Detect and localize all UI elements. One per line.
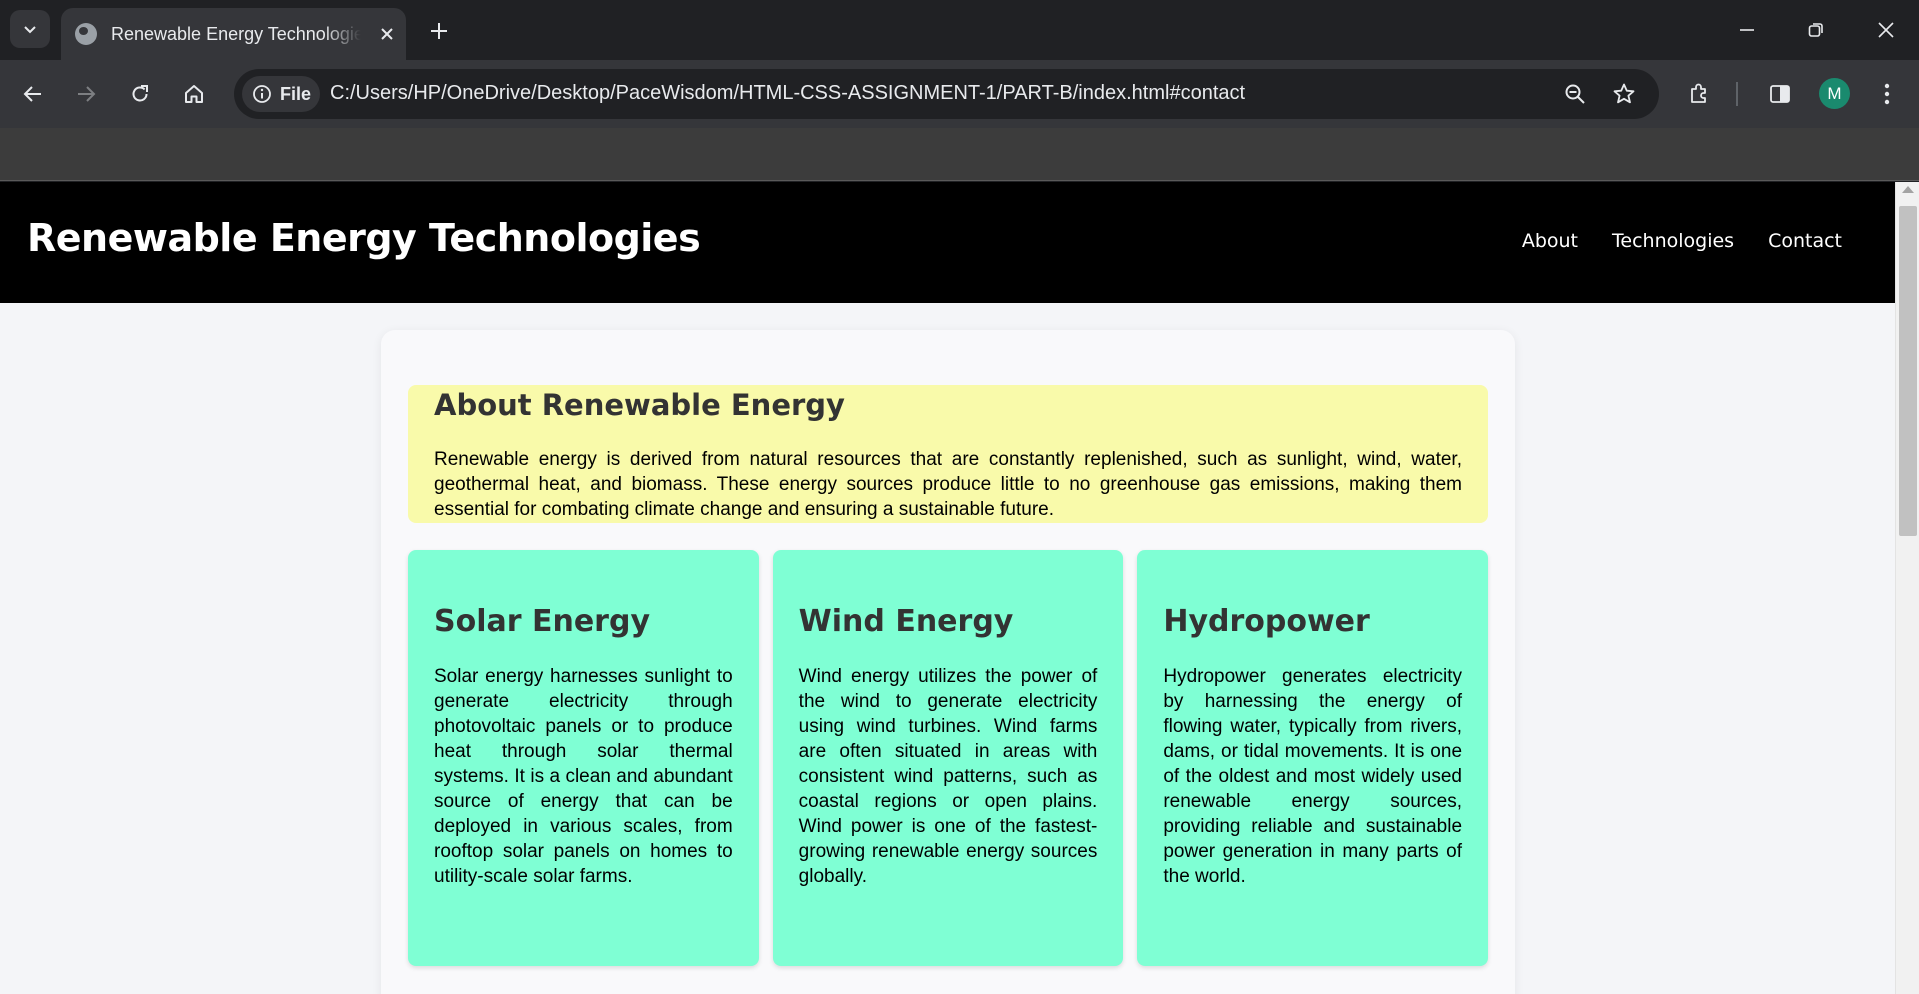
card-hydropower: Hydropower Hydropower generates electric… <box>1137 550 1489 966</box>
card-wind-energy: Wind Energy Wind energy utilizes the pow… <box>772 550 1124 966</box>
card-heading: Hydropower <box>1163 604 1370 639</box>
card-text: Hydropower generates electricity by harn… <box>1163 666 1463 887</box>
about-text: Renewable energy is derived from natural… <box>434 449 1462 520</box>
scroll-up-arrow-icon[interactable] <box>1902 186 1914 193</box>
info-icon <box>253 85 271 103</box>
about-section: About Renewable Energy Renewable energy … <box>408 385 1488 523</box>
site-info-chip[interactable]: File <box>242 76 320 112</box>
extensions-icon <box>1691 83 1706 103</box>
side-panel-button[interactable] <box>1760 74 1800 114</box>
restore-icon <box>1808 23 1823 37</box>
nav-link-about[interactable]: About <box>1522 230 1578 252</box>
tab-close-button[interactable] <box>375 22 399 46</box>
technology-cards: Solar Energy Solar energy harnesses sunl… <box>408 550 1489 966</box>
bookmark-button[interactable] <box>1609 79 1639 109</box>
tab-strip: Renewable Energy Technologies <box>0 0 1919 60</box>
star-icon <box>1613 83 1635 104</box>
globe-icon <box>75 23 97 45</box>
tab-search-icon <box>24 26 36 34</box>
page-viewport: Renewable Energy Technologies About Tech… <box>0 182 1919 994</box>
home-button[interactable] <box>174 74 214 114</box>
menu-button[interactable] <box>1867 74 1907 114</box>
scrollbar-thumb[interactable] <box>1899 206 1917 536</box>
card-heading: Solar Energy <box>434 604 651 639</box>
more-vert-icon <box>1884 83 1890 105</box>
extensions-button[interactable] <box>1679 74 1719 114</box>
about-heading: About Renewable Energy <box>434 388 845 422</box>
new-tab-button[interactable] <box>422 14 456 48</box>
window-close-icon <box>1878 22 1894 38</box>
restore-button[interactable] <box>1786 8 1846 52</box>
card-text: Wind energy utilizes the power of the wi… <box>798 666 1098 887</box>
toolbar-divider <box>1736 82 1738 106</box>
back-button[interactable] <box>13 74 53 114</box>
tab-search-button[interactable] <box>10 10 50 48</box>
bookmarks-bar <box>0 128 1919 181</box>
reload-icon <box>132 85 148 102</box>
forward-button[interactable] <box>66 74 106 114</box>
close-icon <box>381 28 393 40</box>
back-arrow-icon <box>23 86 41 102</box>
card-text: Solar energy harnesses sunlight to gener… <box>434 666 733 887</box>
card-solar-energy: Solar Energy Solar energy harnesses sunl… <box>408 550 759 966</box>
nav-link-technologies[interactable]: Technologies <box>1612 230 1734 252</box>
zoom-out-icon <box>1565 84 1585 104</box>
nav-link-contact[interactable]: Contact <box>1768 230 1842 252</box>
vertical-scrollbar[interactable] <box>1895 182 1919 994</box>
home-icon <box>185 85 203 103</box>
plus-icon <box>431 23 447 39</box>
window-close-button[interactable] <box>1856 8 1916 52</box>
site-header: Renewable Energy Technologies About Tech… <box>0 182 1895 303</box>
zoom-button[interactable] <box>1560 79 1590 109</box>
main-container: About Renewable Energy Renewable energy … <box>381 330 1515 994</box>
minimize-icon <box>1740 29 1754 31</box>
url-text[interactable]: C:/Users/HP/OneDrive/Desktop/PaceWisdom/… <box>330 82 1245 105</box>
active-tab[interactable]: Renewable Energy Technologies <box>61 8 406 60</box>
minimize-button[interactable] <box>1717 8 1777 52</box>
site-chip-label: File <box>280 83 312 104</box>
side-panel-icon <box>1770 85 1790 103</box>
site-title: Renewable Energy Technologies <box>27 216 701 260</box>
reload-button[interactable] <box>120 74 160 114</box>
browser-toolbar: File C:/Users/HP/OneDrive/Desktop/PaceWi… <box>0 60 1919 128</box>
tab-title: Renewable Energy Technologies <box>111 23 361 44</box>
site-nav: About Technologies Contact <box>1522 230 1842 252</box>
forward-arrow-icon <box>78 86 96 102</box>
card-heading: Wind Energy <box>798 604 1014 639</box>
profile-avatar[interactable]: M <box>1819 78 1850 109</box>
address-bar[interactable]: File C:/Users/HP/OneDrive/Desktop/PaceWi… <box>234 69 1659 119</box>
